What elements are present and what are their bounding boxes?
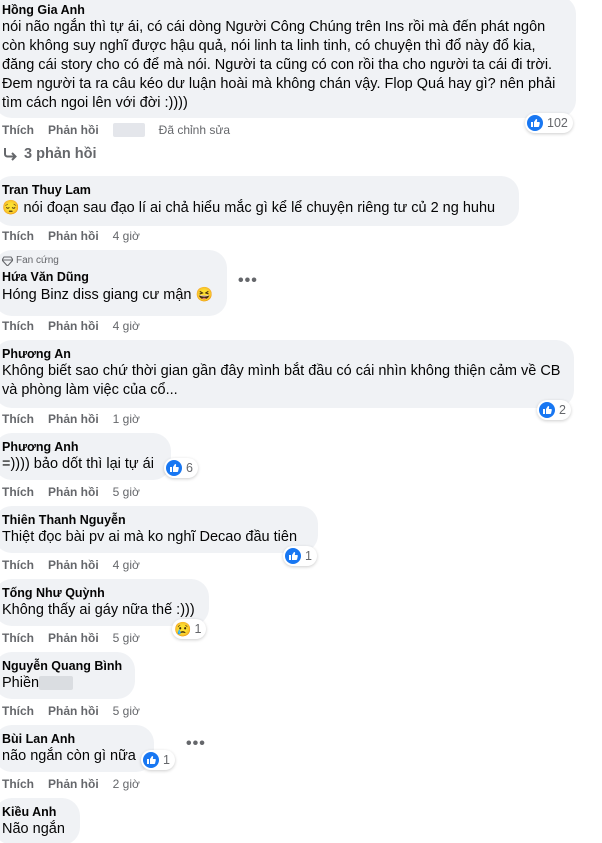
reaction-count: 1	[194, 622, 202, 636]
comment-author[interactable]: Kiều Anh	[2, 804, 68, 820]
comment-bubble: Tran Thuy Lam 😔 nói đoạn sau đạo lí ai c…	[0, 176, 519, 226]
reply-button[interactable]: Phản hồi	[48, 122, 99, 138]
reply-button[interactable]: Phản hồi	[48, 776, 99, 792]
reaction-summary[interactable]: 2	[537, 400, 571, 420]
reply-button[interactable]: Phản hồi	[48, 228, 99, 244]
reaction-count: 2	[559, 403, 566, 417]
comment-bubble: Fan cứng Hứa Văn Dũng Hóng Binz diss gia…	[0, 250, 227, 316]
laughing-emoji-icon: 😆	[195, 286, 213, 302]
like-icon	[539, 402, 555, 418]
comment-author[interactable]: Hồng Gia Anh	[2, 2, 564, 18]
comment-author[interactable]: Phương Anh	[2, 439, 159, 455]
timestamp[interactable]: 5 giờ	[113, 630, 140, 646]
blurred-text	[39, 676, 74, 691]
comment-text: não ngắn còn gì nữa	[2, 748, 136, 764]
comment-bubble: Thiên Thanh Nguyễn Thiệt đọc bài pv ai m…	[0, 506, 318, 553]
timestamp[interactable]: 2 giờ	[113, 776, 140, 792]
more-options-icon[interactable]: •••	[238, 272, 258, 290]
like-button[interactable]: Thích	[2, 228, 34, 244]
comment-text: Không thấy ai gáy nữa thế :)))	[2, 602, 195, 618]
comment-bubble: Bùi Lan Anh não ngắn còn gì nữa	[0, 725, 154, 772]
reply-button[interactable]: Phản hồi	[48, 557, 99, 573]
reaction-summary[interactable]: 1	[141, 750, 175, 770]
comment-actions: Thích Phản hồi 2 giờ	[2, 776, 140, 792]
more-options-icon[interactable]: •••	[186, 735, 206, 753]
like-button[interactable]: Thích	[2, 557, 34, 573]
reaction-count: 6	[186, 461, 193, 475]
reaction-summary[interactable]: 😢 1	[172, 619, 207, 639]
reply-button[interactable]: Phản hồi	[48, 484, 99, 500]
like-icon	[166, 460, 182, 476]
comment-actions: Thích Phản hồi 5 giờ	[2, 630, 140, 646]
like-icon	[285, 548, 301, 564]
like-button[interactable]: Thích	[2, 630, 34, 646]
comment-bubble: Phương An Không biết sao chứ thời gian g…	[0, 340, 574, 408]
comment-bubble: Kiều Anh Não ngắn	[0, 798, 80, 843]
view-replies-label[interactable]: 3 phản hồi	[24, 146, 97, 162]
comment-bubble: Hồng Gia Anh nói não ngắn thì tự ái, có …	[0, 0, 576, 118]
reply-arrow-icon	[4, 148, 17, 161]
comment-actions: Thích Phản hồi 4 giờ	[2, 318, 140, 334]
comment-bubble: Nguyễn Quang Bình Phiền	[0, 652, 135, 699]
comment-author[interactable]: Tống Như Quỳnh	[2, 585, 197, 601]
comment-text: Não ngắn	[2, 821, 65, 837]
comment-text: =)))) bảo dốt thì lại tự ái	[2, 456, 154, 472]
comment-author[interactable]: Phương An	[2, 346, 562, 362]
sad-icon: 😢	[174, 621, 192, 637]
comment-actions: Thích Phản hồi 4 giờ	[2, 228, 140, 244]
like-button[interactable]: Thích	[2, 776, 34, 792]
comment-text: Thiệt đọc bài pv ai mà ko nghĩ Decao đầu…	[2, 529, 298, 545]
reaction-count: 1	[163, 753, 170, 767]
comment-actions: Thích Phản hồi 4 giờ	[2, 557, 140, 573]
reaction-count: 1	[305, 549, 312, 563]
timestamp[interactable]: 4 giờ	[113, 318, 140, 334]
reply-button[interactable]: Phản hồi	[48, 318, 99, 334]
timestamp[interactable]: 5 giờ	[113, 484, 140, 500]
comment-author[interactable]: Hứa Văn Dũng	[2, 269, 215, 285]
like-icon	[527, 115, 543, 131]
timestamp[interactable]: 4 giờ	[113, 557, 140, 573]
comment-actions: Thích Phản hồi 5 giờ	[2, 484, 140, 500]
comment-author[interactable]: Nguyễn Quang Bình	[2, 658, 123, 674]
comment-bubble: Phương Anh =)))) bảo dốt thì lại tự ái	[0, 433, 171, 480]
comment-text: Hóng Binz diss giang cư mận 😆	[2, 286, 213, 303]
diamond-icon	[2, 256, 13, 266]
like-button[interactable]: Thích	[2, 411, 34, 427]
like-button[interactable]: Thích	[2, 122, 34, 138]
reply-button[interactable]: Phản hồi	[48, 411, 99, 427]
view-replies-link[interactable]: 3 phản hồi	[2, 146, 97, 162]
like-button[interactable]: Thích	[2, 703, 34, 719]
fan-badge[interactable]: Fan cứng	[2, 255, 215, 267]
edited-label[interactable]: Đã chỉnh sửa	[159, 122, 230, 138]
like-icon	[143, 752, 159, 768]
blurred-timestamp	[112, 123, 145, 137]
like-button[interactable]: Thích	[2, 318, 34, 334]
comment-author[interactable]: Bùi Lan Anh	[2, 731, 142, 747]
badge-label: Fan cứng	[16, 255, 59, 266]
comment-actions: Thích Phản hồi Đã chỉnh sửa	[2, 122, 230, 138]
reaction-count: 102	[547, 116, 568, 130]
comment-text: 😔 nói đoạn sau đạo lí ai chả hiểu mắc gì…	[2, 199, 496, 216]
timestamp[interactable]: 1 giờ	[113, 411, 140, 427]
comment-author[interactable]: Thiên Thanh Nguyễn	[2, 512, 306, 528]
pensive-emoji-icon: 😔	[2, 199, 20, 215]
reaction-summary[interactable]: 102	[525, 113, 573, 133]
like-button[interactable]: Thích	[2, 484, 34, 500]
comment-text: Không biết sao chứ thời gian gần đây mìn…	[2, 363, 561, 398]
timestamp[interactable]: 4 giờ	[113, 228, 140, 244]
comment-actions: Thích Phản hồi 1 giờ	[2, 411, 140, 427]
comment-actions: Thích Phản hồi 5 giờ	[2, 703, 140, 719]
comment-text: nói não ngắn thì tự ái, có cái dòng Ngườ…	[2, 19, 556, 111]
reply-button[interactable]: Phản hồi	[48, 630, 99, 646]
reaction-summary[interactable]: 6	[164, 458, 198, 478]
comment-text: Phiền	[2, 674, 123, 693]
comment-author[interactable]: Tran Thuy Lam	[2, 182, 507, 198]
reply-button[interactable]: Phản hồi	[48, 703, 99, 719]
timestamp[interactable]: 5 giờ	[113, 703, 140, 719]
reaction-summary[interactable]: 1	[283, 546, 317, 566]
